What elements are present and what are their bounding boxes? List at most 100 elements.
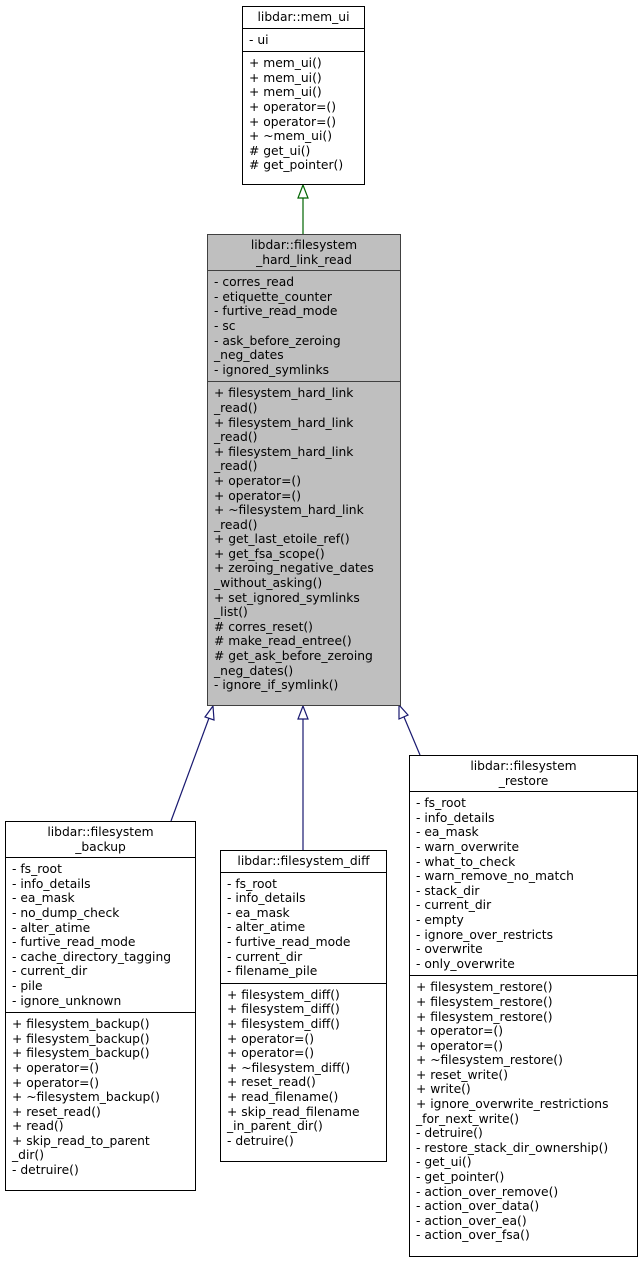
class-method[interactable]: - detruire() xyxy=(416,1126,631,1141)
class-method[interactable]: + operator=() xyxy=(214,489,394,504)
class-method[interactable]: + filesystem_diff() xyxy=(227,1002,380,1017)
class-attribute[interactable]: - fs_root xyxy=(227,877,380,892)
class-method[interactable]: + set_ignored_symlinks _list() xyxy=(214,591,394,620)
class-title[interactable]: libdar::mem_ui xyxy=(243,7,364,28)
class-method[interactable]: + filesystem_restore() xyxy=(416,980,631,995)
class-attribute[interactable]: - ignore_unknown xyxy=(12,994,189,1009)
class-method[interactable]: - action_over_fsa() xyxy=(416,1228,631,1243)
class-method[interactable]: + filesystem_backup() xyxy=(12,1032,189,1047)
class-method[interactable]: + filesystem_backup() xyxy=(12,1046,189,1061)
class-method[interactable]: + ~filesystem_backup() xyxy=(12,1090,189,1105)
class-attribute[interactable]: - stack_dir xyxy=(416,884,631,899)
class-attribute[interactable]: - furtive_read_mode xyxy=(214,304,394,319)
class-node-mem-ui[interactable]: libdar::mem_ui - ui + mem_ui() + mem_ui()… xyxy=(242,6,365,185)
class-method[interactable]: - get_pointer() xyxy=(416,1170,631,1185)
class-method[interactable]: + skip_read_to_parent _dir() xyxy=(12,1134,189,1163)
class-method[interactable]: + filesystem_hard_link _read() xyxy=(214,416,394,445)
class-method[interactable]: + operator=() xyxy=(249,100,358,115)
class-attribute[interactable]: - ignored_symlinks xyxy=(214,363,394,378)
class-node-filesystem-backup[interactable]: libdar::filesystem _backup - fs_root - in… xyxy=(5,821,196,1191)
class-method[interactable]: + ignore_overwrite_restrictions _for_nex… xyxy=(416,1097,631,1126)
class-attribute[interactable]: - ea_mask xyxy=(12,891,189,906)
class-method[interactable]: + operator=() xyxy=(12,1076,189,1091)
class-attribute[interactable]: - ignore_over_restricts xyxy=(416,928,631,943)
class-attribute[interactable]: - overwrite xyxy=(416,942,631,957)
class-attribute[interactable]: - filename_pile xyxy=(227,964,380,979)
class-method[interactable]: + filesystem_backup() xyxy=(12,1017,189,1032)
class-method[interactable]: + filesystem_diff() xyxy=(227,988,380,1003)
class-attribute[interactable]: - ask_before_zeroing _neg_dates xyxy=(214,334,394,363)
class-method[interactable]: + filesystem_restore() xyxy=(416,1010,631,1025)
class-attribute[interactable]: - current_dir xyxy=(12,964,189,979)
class-method[interactable]: + filesystem_hard_link _read() xyxy=(214,386,394,415)
class-attribute[interactable]: - what_to_check xyxy=(416,855,631,870)
class-attribute[interactable]: - no_dump_check xyxy=(12,906,189,921)
class-method[interactable]: - restore_stack_dir_ownership() xyxy=(416,1141,631,1156)
class-method[interactable]: + operator=() xyxy=(12,1061,189,1076)
class-attribute[interactable]: - info_details xyxy=(227,891,380,906)
class-method[interactable]: - action_over_remove() xyxy=(416,1185,631,1200)
class-title[interactable]: libdar::filesystem _backup xyxy=(6,822,195,857)
class-method[interactable]: + filesystem_hard_link _read() xyxy=(214,445,394,474)
class-method[interactable]: + reset_read() xyxy=(12,1105,189,1120)
class-method[interactable]: + operator=() xyxy=(214,474,394,489)
class-method[interactable]: - action_over_data() xyxy=(416,1199,631,1214)
class-method[interactable]: + get_fsa_scope() xyxy=(214,547,394,562)
class-method[interactable]: + get_last_etoile_ref() xyxy=(214,532,394,547)
class-title[interactable]: libdar::filesystem_diff xyxy=(221,851,386,872)
class-method[interactable]: + reset_write() xyxy=(416,1068,631,1083)
class-method[interactable]: + ~mem_ui() xyxy=(249,129,358,144)
class-method[interactable]: + operator=() xyxy=(227,1046,380,1061)
class-attribute[interactable]: - alter_atime xyxy=(227,920,380,935)
class-method[interactable]: + filesystem_restore() xyxy=(416,995,631,1010)
class-attribute[interactable]: - fs_root xyxy=(12,862,189,877)
class-method[interactable]: # make_read_entree() xyxy=(214,634,394,649)
class-method[interactable]: - get_ui() xyxy=(416,1155,631,1170)
class-attribute[interactable]: - ui xyxy=(249,33,358,48)
class-attribute[interactable]: - only_overwrite xyxy=(416,957,631,972)
class-method[interactable]: + operator=() xyxy=(249,115,358,130)
class-attribute[interactable]: - ea_mask xyxy=(416,825,631,840)
class-title[interactable]: libdar::filesystem _restore xyxy=(410,756,637,791)
class-node-filesystem-hard-link-read[interactable]: libdar::filesystem _hard_link_read - cor… xyxy=(207,234,401,706)
class-attribute[interactable]: - warn_overwrite xyxy=(416,840,631,855)
class-attribute[interactable]: - warn_remove_no_match xyxy=(416,869,631,884)
class-method[interactable]: # get_ui() xyxy=(249,144,358,159)
class-method[interactable]: # get_pointer() xyxy=(249,158,358,173)
class-attribute[interactable]: - info_details xyxy=(416,811,631,826)
class-attribute[interactable]: - etiquette_counter xyxy=(214,290,394,305)
class-method[interactable]: + operator=() xyxy=(416,1039,631,1054)
class-attribute[interactable]: - sc xyxy=(214,319,394,334)
class-title[interactable]: libdar::filesystem _hard_link_read xyxy=(208,235,400,270)
class-method[interactable]: - detruire() xyxy=(227,1134,380,1149)
class-method[interactable]: - action_over_ea() xyxy=(416,1214,631,1229)
class-attribute[interactable]: - pile xyxy=(12,979,189,994)
class-method[interactable]: + mem_ui() xyxy=(249,85,358,100)
class-method[interactable]: - ignore_if_symlink() xyxy=(214,678,394,693)
class-attribute[interactable]: - ea_mask xyxy=(227,906,380,921)
class-method[interactable]: # corres_reset() xyxy=(214,620,394,635)
class-method[interactable]: + read() xyxy=(12,1119,189,1134)
class-method[interactable]: + operator=() xyxy=(227,1032,380,1047)
class-method[interactable]: + mem_ui() xyxy=(249,71,358,86)
class-method[interactable]: # get_ask_before_zeroing _neg_dates() xyxy=(214,649,394,678)
class-method[interactable]: + ~filesystem_hard_link _read() xyxy=(214,503,394,532)
class-attribute[interactable]: - furtive_read_mode xyxy=(227,935,380,950)
class-attribute[interactable]: - empty xyxy=(416,913,631,928)
class-method[interactable]: + operator=() xyxy=(416,1024,631,1039)
class-method[interactable]: + filesystem_diff() xyxy=(227,1017,380,1032)
class-method[interactable]: + zeroing_negative_dates _without_asking… xyxy=(214,561,394,590)
class-method[interactable]: + ~filesystem_diff() xyxy=(227,1061,380,1076)
class-method[interactable]: - detruire() xyxy=(12,1163,189,1178)
class-attribute[interactable]: - fs_root xyxy=(416,796,631,811)
class-attribute[interactable]: - cache_directory_tagging xyxy=(12,950,189,965)
class-node-filesystem-restore[interactable]: libdar::filesystem _restore - fs_root - i… xyxy=(409,755,638,1257)
class-attribute[interactable]: - furtive_read_mode xyxy=(12,935,189,950)
class-method[interactable]: + write() xyxy=(416,1082,631,1097)
class-method[interactable]: + read_filename() xyxy=(227,1090,380,1105)
class-attribute[interactable]: - info_details xyxy=(12,877,189,892)
class-method[interactable]: + reset_read() xyxy=(227,1075,380,1090)
class-attribute[interactable]: - alter_atime xyxy=(12,921,189,936)
class-method[interactable]: + ~filesystem_restore() xyxy=(416,1053,631,1068)
class-attribute[interactable]: - current_dir xyxy=(227,950,380,965)
